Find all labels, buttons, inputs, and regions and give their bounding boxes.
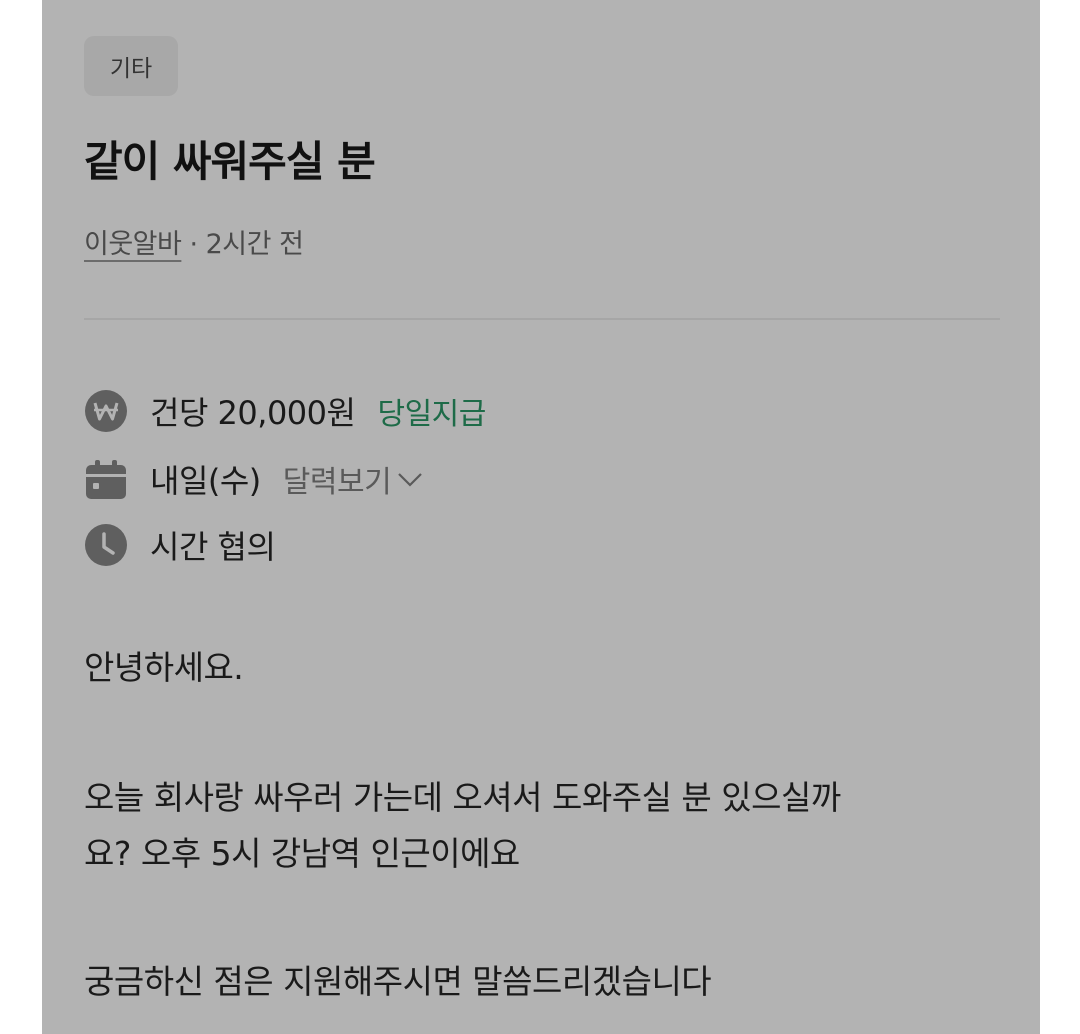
post-meta: 이웃알바 · 2시간 전 [84, 222, 304, 261]
chevron-down-icon [397, 470, 423, 488]
work-date: 내일(수) [150, 462, 261, 500]
content-greeting: 안녕하세요. [84, 648, 244, 687]
divider [84, 318, 1000, 320]
category-badge: 기타 [84, 36, 178, 96]
view-calendar-label: 달력보기 [282, 465, 392, 500]
won-icon [84, 389, 128, 433]
same-day-pay-tag: 당일지급 [377, 397, 486, 432]
post-time: 2시간 전 [205, 229, 304, 260]
job-post-screen: 기타 같이 싸워주실 분 이웃알바 · 2시간 전 건당 20,000원 당일지… [42, 0, 1040, 1034]
clock-icon [84, 523, 128, 567]
time-row: 시간 협의 [84, 520, 276, 570]
content-closing: 궁금하신 점은 지원해주시면 말씀드리겠습니다 [84, 962, 712, 1001]
view-calendar-button[interactable]: 달력보기 [283, 457, 423, 501]
pay-row: 건당 20,000원 당일지급 [84, 386, 486, 436]
pay-amount: 건당 20,000원 [150, 394, 356, 432]
post-title: 같이 싸워주실 분 [84, 137, 376, 186]
content-line-2: 요? 오후 5시 강남역 인근이에요 [84, 834, 520, 873]
date-row: 내일(수) 달력보기 [84, 454, 423, 504]
author-link[interactable]: 이웃알바 [84, 229, 182, 260]
meta-separator: · [181, 229, 206, 260]
calendar-icon [84, 457, 128, 501]
content-line-1: 오늘 회사랑 싸우러 가는데 오셔서 도와주실 분 있으실까 [84, 778, 841, 817]
work-time: 시간 협의 [150, 528, 276, 566]
post-content: 안녕하세요. 오늘 회사랑 싸우러 가는데 오셔서 도와주실 분 있으실까 요?… [84, 640, 1000, 1010]
